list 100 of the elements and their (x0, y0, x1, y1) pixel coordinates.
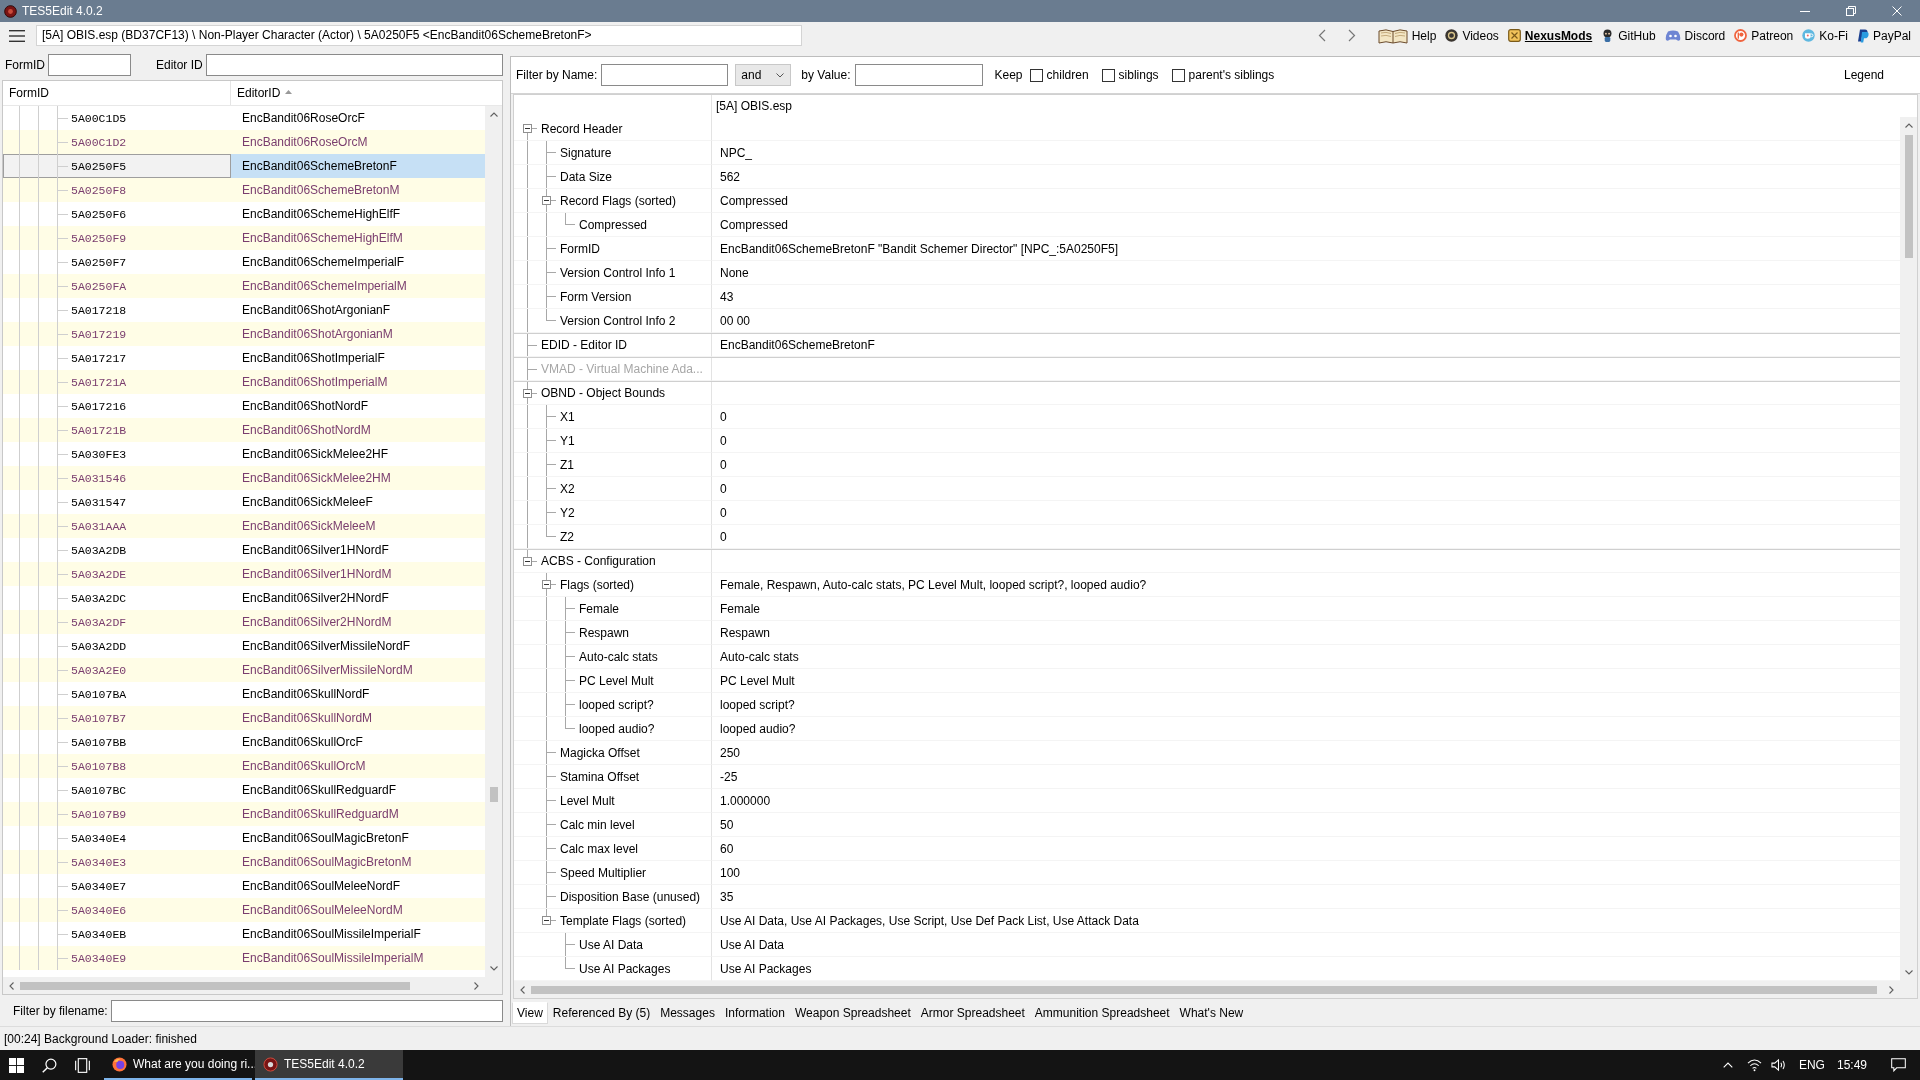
record-row[interactable]: 5A031AAA EncBandit06SickMeleeM (3, 514, 485, 538)
record-row[interactable]: 5A017219 EncBandit06ShotArgonianM (3, 322, 485, 346)
value-filter-field[interactable] (854, 64, 983, 86)
record-row[interactable]: 5A031547 EncBandit06SickMeleeF (3, 490, 485, 514)
record-row[interactable]: 5A031546 EncBandit06SickMelee2HM (3, 466, 485, 490)
record-row[interactable]: 5A0107B9 EncBandit06SkullRedguardM (3, 802, 485, 826)
tab[interactable]: Weapon Spreadsheet (789, 1001, 916, 1024)
checkbox-label[interactable]: children (1046, 68, 1089, 82)
toolbar-link[interactable]: Videos (1445, 28, 1499, 43)
toolbar-link[interactable]: Ko-Fi (1802, 28, 1848, 43)
back-icon[interactable] (1317, 29, 1326, 42)
path-field[interactable]: [5A] OBIS.esp (BD37CF13) \ Non-Player Character (Actor) \ 5A0250F5 <EncBandit06SchemeBretonF> (36, 25, 802, 46)
record-row[interactable]: 5A0250FA EncBandit06SchemeImperialM (3, 274, 485, 298)
tab[interactable]: Armor Spreadsheet (915, 1001, 1030, 1024)
toolbar-link[interactable]: NexusMods (1507, 28, 1593, 43)
record-row[interactable]: 5A03A2DE EncBandit06Silver1HNordM (3, 562, 485, 586)
checkbox-label[interactable]: parent's siblings (1188, 68, 1275, 82)
record-row[interactable]: 5A017217 EncBandit06ShotImperialF (3, 346, 485, 370)
tab[interactable]: View (512, 1001, 548, 1024)
checkbox-label[interactable]: siblings (1118, 68, 1159, 82)
record-row[interactable]: 5A0250F7 EncBandit06SchemeImperialF (3, 250, 485, 274)
chevron-up-icon[interactable] (1722, 1062, 1733, 1068)
restore-icon[interactable] (1846, 6, 1856, 16)
checkbox[interactable] (1101, 68, 1115, 82)
name-filter-field[interactable] (601, 64, 729, 86)
vertical-scrollbar[interactable] (485, 106, 502, 977)
tab[interactable]: Information (719, 1001, 790, 1024)
toolbar-link[interactable]: GitHub (1601, 28, 1656, 43)
column-header[interactable]: EditorID (231, 81, 502, 105)
operator-dropdown[interactable]: and (735, 64, 792, 86)
record-row[interactable]: 5A017216 EncBandit06ShotNordF (3, 394, 485, 418)
caret-right-icon[interactable] (1889, 985, 1894, 994)
legend-button[interactable]: Legend (1835, 66, 1892, 84)
tab[interactable]: Messages (655, 1001, 720, 1024)
caret-left-icon[interactable] (9, 981, 14, 990)
search-icon[interactable] (42, 1057, 57, 1073)
scrollbar-thumb[interactable] (531, 985, 1877, 994)
checkbox[interactable] (1029, 68, 1043, 82)
record-row[interactable]: 5A03A2DF EncBandit06Silver2HNordM (3, 610, 485, 634)
record-row[interactable]: 5A0250F5 EncBandit06SchemeBretonF (3, 154, 485, 178)
record-row[interactable]: 5A03A2E0 EncBandit06SilverMissileNordM (3, 658, 485, 682)
filename-filter-field[interactable] (110, 999, 503, 1022)
record-row[interactable]: 5A01721B EncBandit06ShotNordM (3, 418, 485, 442)
scrollbar-thumb[interactable] (20, 981, 410, 990)
collapse-icon[interactable] (542, 580, 551, 589)
record-row[interactable]: 5A0340EB EncBandit06SoulMissileImperialF (3, 922, 485, 946)
taskbar-item[interactable]: TES5Edit 4.0.2 (255, 1050, 403, 1080)
caret-left-icon[interactable] (520, 985, 525, 994)
record-row[interactable]: 5A0340E9 EncBandit06SoulMissileImperialM (3, 946, 485, 970)
vertical-scrollbar[interactable] (1900, 117, 1917, 981)
task-view-icon[interactable] (75, 1057, 90, 1073)
record-row[interactable]: 5A030FE3 EncBandit06SickMelee2HF (3, 442, 485, 466)
scrollbar-thumb[interactable] (1904, 135, 1913, 258)
record-row[interactable]: 5A0107B7 EncBandit06SkullNordM (3, 706, 485, 730)
horizontal-scrollbar[interactable] (3, 977, 502, 994)
record-row[interactable]: 5A00C1D2 EncBandit06RoseOrcM (3, 130, 485, 154)
caret-up-icon[interactable] (1904, 123, 1913, 128)
collapse-icon[interactable] (523, 556, 532, 566)
column-header[interactable]: FormID (3, 81, 231, 105)
record-row[interactable]: 5A0107BB EncBandit06SkullOrcF (3, 730, 485, 754)
checkbox[interactable] (1171, 68, 1185, 82)
forward-icon[interactable] (1347, 29, 1356, 42)
editor-id-field[interactable] (205, 53, 503, 76)
record-row[interactable]: 5A03A2DB EncBandit06Silver1HNordF (3, 538, 485, 562)
record-row[interactable]: 5A0107BA EncBandit06SkullNordF (3, 682, 485, 706)
tab[interactable]: What's New (1174, 1001, 1249, 1024)
record-row[interactable]: 5A0250F8 EncBandit06SchemeBretonM (3, 178, 485, 202)
record-row[interactable]: 5A0340E3 EncBandit06SoulMagicBretonM (3, 850, 485, 874)
close-icon[interactable] (1892, 6, 1902, 16)
collapse-icon[interactable] (523, 388, 532, 398)
collapse-icon[interactable] (542, 916, 551, 925)
form-id-field[interactable] (48, 53, 131, 76)
scrollbar-thumb[interactable] (489, 787, 498, 802)
minimize-icon[interactable] (1800, 10, 1810, 12)
network-icon[interactable] (1746, 1058, 1762, 1072)
record-row[interactable]: 5A03A2DC EncBandit06Silver2HNordF (3, 586, 485, 610)
record-row[interactable]: 5A01721A EncBandit06ShotImperialM (3, 370, 485, 394)
collapse-icon[interactable] (542, 196, 551, 205)
toolbar-link[interactable]: PayPal (1856, 28, 1911, 43)
record-row[interactable]: 5A017218 EncBandit06ShotArgonianF (3, 298, 485, 322)
record-row[interactable]: 5A03A2DD EncBandit06SilverMissileNordF (3, 634, 485, 658)
collapse-icon[interactable] (523, 124, 532, 133)
record-row[interactable]: 5A0340E7 EncBandit06SoulMeleeNordF (3, 874, 485, 898)
caret-down-icon[interactable] (489, 966, 498, 971)
tab[interactable]: Ammunition Spreadsheet (1029, 1001, 1175, 1024)
menu-icon[interactable] (9, 29, 25, 42)
caret-up-icon[interactable] (489, 112, 498, 117)
caret-right-icon[interactable] (474, 981, 479, 990)
record-row[interactable]: 5A00C1D5 EncBandit06RoseOrcF (3, 106, 485, 130)
record-row[interactable]: 5A0107BC EncBandit06SkullRedguardF (3, 778, 485, 802)
volume-icon[interactable] (1770, 1058, 1786, 1072)
record-row[interactable]: 5A0250F9 EncBandit06SchemeHighElfM (3, 226, 485, 250)
notification-icon[interactable] (1891, 1058, 1906, 1072)
caret-down-icon[interactable] (1904, 970, 1913, 975)
record-row[interactable]: 5A0250F6 EncBandit06SchemeHighElfF (3, 202, 485, 226)
toolbar-link[interactable]: Patreon (1734, 28, 1794, 43)
record-row[interactable]: 5A0340E6 EncBandit06SoulMeleeNordM (3, 898, 485, 922)
record-row[interactable]: 5A0340E4 EncBandit06SoulMagicBretonF (3, 826, 485, 850)
record-row[interactable]: 5A0107B8 EncBandit06SkullOrcM (3, 754, 485, 778)
tab[interactable]: Referenced By (5) (547, 1001, 656, 1024)
